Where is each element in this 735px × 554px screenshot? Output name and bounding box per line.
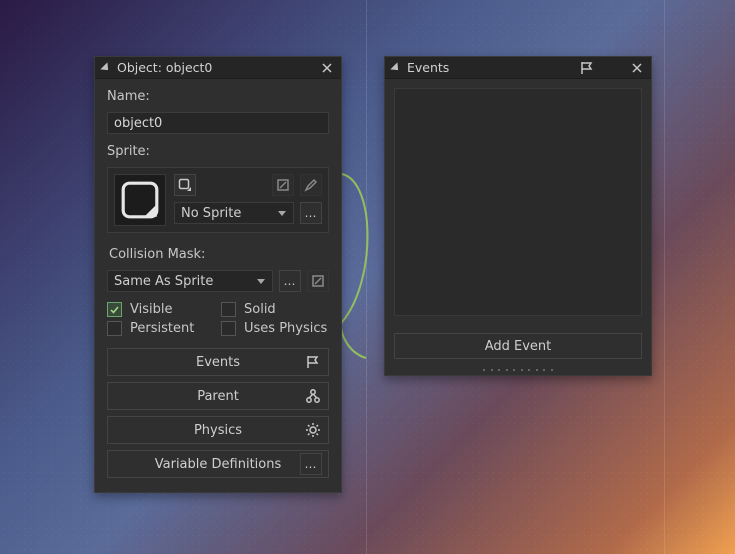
flags-group: Visible Solid Persistent Uses Physics — [107, 302, 329, 336]
collision-mask-browse-button[interactable]: … — [279, 270, 301, 292]
add-event-button-label: Add Event — [485, 339, 552, 354]
collapse-toggle-icon[interactable] — [390, 62, 401, 73]
events-button-label: Events — [196, 355, 240, 370]
uses-physics-checkbox-row[interactable]: Uses Physics — [221, 321, 327, 336]
flag-icon — [579, 60, 595, 76]
sprite-label: Sprite: — [107, 144, 329, 159]
visible-checkbox[interactable] — [107, 302, 122, 317]
object-panel-title: Object: object0 — [117, 60, 212, 75]
visible-checkbox-row[interactable]: Visible — [107, 302, 203, 317]
new-sprite-button[interactable] — [174, 174, 196, 196]
events-panel-close-button[interactable] — [629, 60, 645, 76]
close-icon — [632, 63, 642, 73]
physics-button[interactable]: Physics — [107, 416, 329, 444]
persistent-label: Persistent — [130, 321, 194, 336]
no-sprite-icon — [119, 179, 161, 221]
persistent-checkbox-row[interactable]: Persistent — [107, 321, 203, 336]
more-icon: … — [305, 206, 318, 220]
sprite-select-value: No Sprite — [181, 206, 241, 221]
close-icon — [322, 63, 332, 73]
parent-icon — [304, 387, 322, 405]
events-panel: Events Add Event — [384, 56, 652, 376]
sprite-thumbnail[interactable] — [114, 174, 166, 226]
events-button[interactable]: Events — [107, 348, 329, 376]
object-panel-close-button[interactable] — [319, 60, 335, 76]
add-event-button[interactable]: Add Event — [394, 333, 642, 359]
collision-mask-label: Collision Mask: — [109, 247, 329, 262]
new-sprite-icon — [178, 178, 192, 192]
edit-mask-button[interactable] — [272, 174, 294, 196]
events-list-area[interactable] — [394, 88, 642, 316]
solid-checkbox-row[interactable]: Solid — [221, 302, 317, 317]
parent-button-label: Parent — [197, 389, 239, 404]
solid-label: Solid — [244, 302, 276, 317]
physics-button-label: Physics — [194, 423, 242, 438]
visible-label: Visible — [130, 302, 172, 317]
collapse-toggle-icon[interactable] — [100, 62, 111, 73]
parent-button[interactable]: Parent — [107, 382, 329, 410]
name-label: Name: — [107, 89, 329, 104]
events-panel-titlebar[interactable]: Events — [385, 57, 651, 79]
edit-mask-icon — [276, 178, 290, 192]
uses-physics-checkbox[interactable] — [221, 321, 236, 336]
collision-edit-icon — [311, 274, 325, 288]
variable-definitions-button[interactable]: Variable Definitions … — [107, 450, 329, 478]
check-icon — [109, 304, 120, 315]
resize-grip[interactable] — [483, 369, 553, 373]
sprite-select[interactable]: No Sprite — [174, 202, 294, 224]
object-panel: Object: object0 Name: Sprite: — [94, 56, 342, 493]
edit-sprite-icon — [304, 178, 318, 192]
flag-icon — [304, 353, 322, 371]
solid-checkbox[interactable] — [221, 302, 236, 317]
more-icon: … — [300, 453, 322, 475]
collision-mask-select[interactable]: Same As Sprite — [107, 270, 273, 292]
collision-mask-value: Same As Sprite — [114, 274, 213, 289]
persistent-checkbox[interactable] — [107, 321, 122, 336]
gear-icon — [304, 421, 322, 439]
object-panel-titlebar[interactable]: Object: object0 — [95, 57, 341, 79]
name-input[interactable] — [107, 112, 329, 134]
uses-physics-label: Uses Physics — [244, 321, 327, 336]
collision-mask-edit-button[interactable] — [307, 270, 329, 292]
variable-definitions-button-label: Variable Definitions — [155, 457, 282, 472]
more-icon: … — [284, 274, 297, 288]
sprite-group: No Sprite … — [107, 167, 329, 233]
edit-sprite-button[interactable] — [300, 174, 322, 196]
sprite-browse-button[interactable]: … — [300, 202, 322, 224]
events-panel-title: Events — [407, 60, 449, 75]
